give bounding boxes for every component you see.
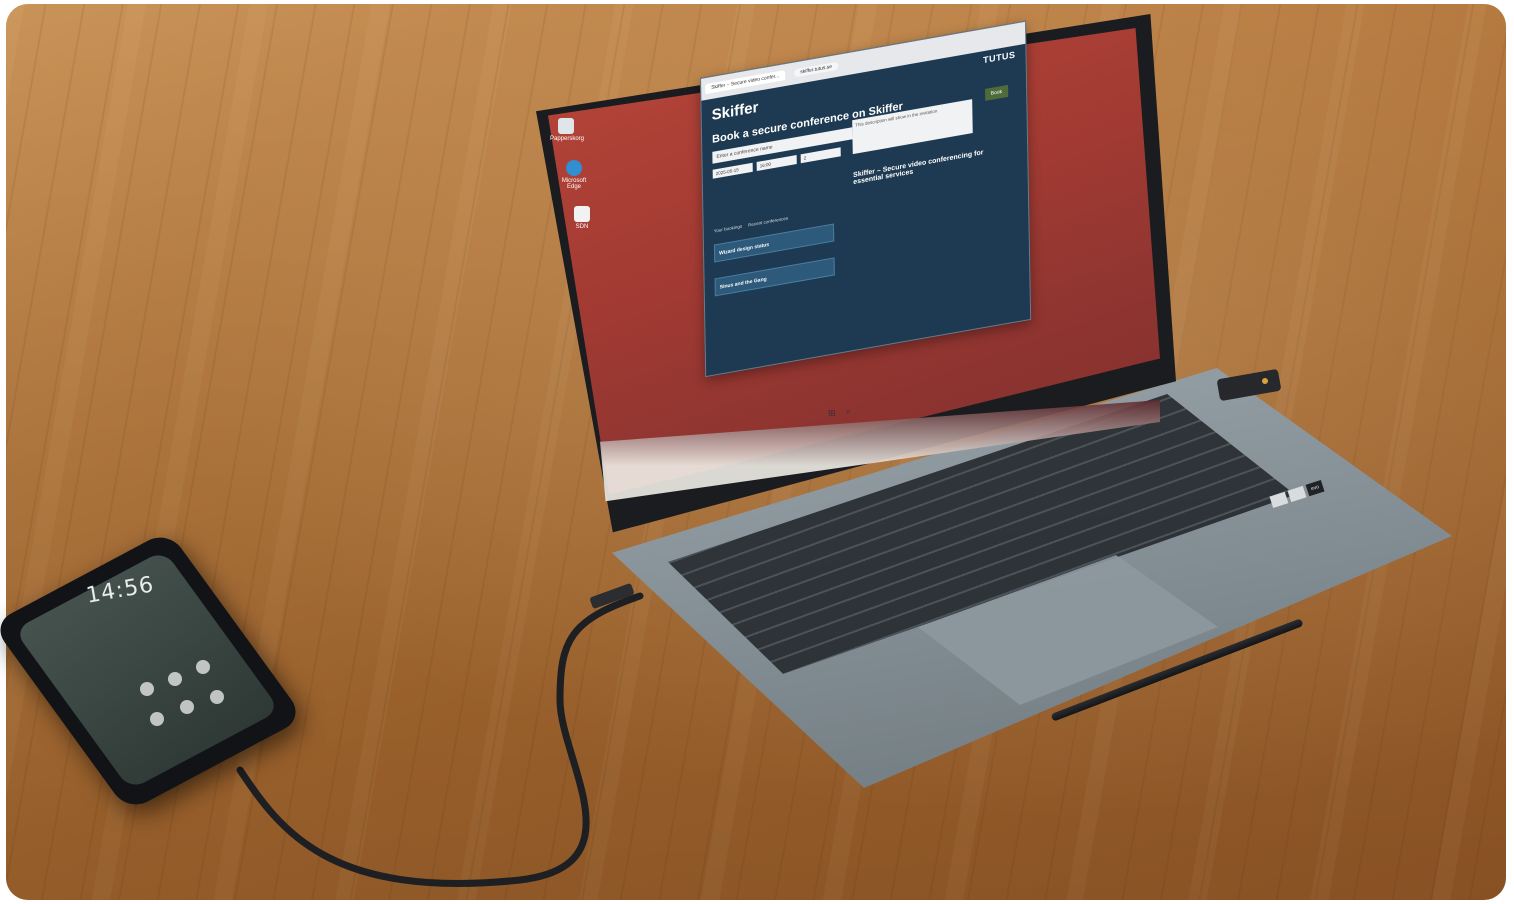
booking-card-title: Wizard design status xyxy=(719,241,770,257)
phone-app-icon[interactable] xyxy=(210,690,224,704)
booking-tabs: Your bookings Recent conferences xyxy=(714,216,788,234)
desktop-icon-label: SDN xyxy=(575,224,589,230)
tab-your-bookings[interactable]: Your bookings xyxy=(714,224,742,234)
search-icon[interactable]: ⌕ xyxy=(846,406,851,417)
phone-app-icon[interactable] xyxy=(150,712,164,726)
duration-input[interactable]: 2 xyxy=(800,147,841,164)
desktop-icon-edge[interactable]: Microsoft Edge xyxy=(558,160,590,190)
address-bar[interactable]: skiffer.tutus.se xyxy=(794,61,839,78)
date-input[interactable]: 2025-05-15 xyxy=(712,162,753,179)
browser-window: Skiffer – Secure video confer... skiffer… xyxy=(700,20,1032,378)
document-icon xyxy=(574,206,590,222)
skiffer-page: Skiffer TUTUS Book a secure conference o… xyxy=(701,44,1030,378)
security-key-touch-pad xyxy=(1262,378,1268,384)
recycle-bin-icon xyxy=(558,118,574,134)
desktop-icon-recycle-bin[interactable]: Papperskorg xyxy=(550,118,585,142)
windows-start-icon[interactable]: ⊞ xyxy=(828,408,836,419)
phone-app-icon[interactable] xyxy=(196,660,210,674)
tab-recent-conferences[interactable]: Recent conferences xyxy=(748,216,788,228)
phone-app-icon[interactable] xyxy=(180,700,194,714)
promo-heading: Skiffer – Secure video conferencing for … xyxy=(853,149,984,187)
book-button[interactable]: Book xyxy=(984,84,1009,101)
desktop-icon-label: Papperskorg xyxy=(550,136,585,142)
phone-app-icon[interactable] xyxy=(140,682,154,696)
desktop-icon-label: Microsoft Edge xyxy=(561,178,587,190)
booking-card[interactable]: Sinus and the Gang xyxy=(714,257,835,297)
desktop-icon-file[interactable]: SDN xyxy=(566,206,598,230)
time-input[interactable]: 16:00 xyxy=(756,155,797,172)
edge-browser-icon xyxy=(566,160,582,176)
booking-card-title: Sinus and the Gang xyxy=(719,276,767,291)
phone-app-icon[interactable] xyxy=(168,672,182,686)
